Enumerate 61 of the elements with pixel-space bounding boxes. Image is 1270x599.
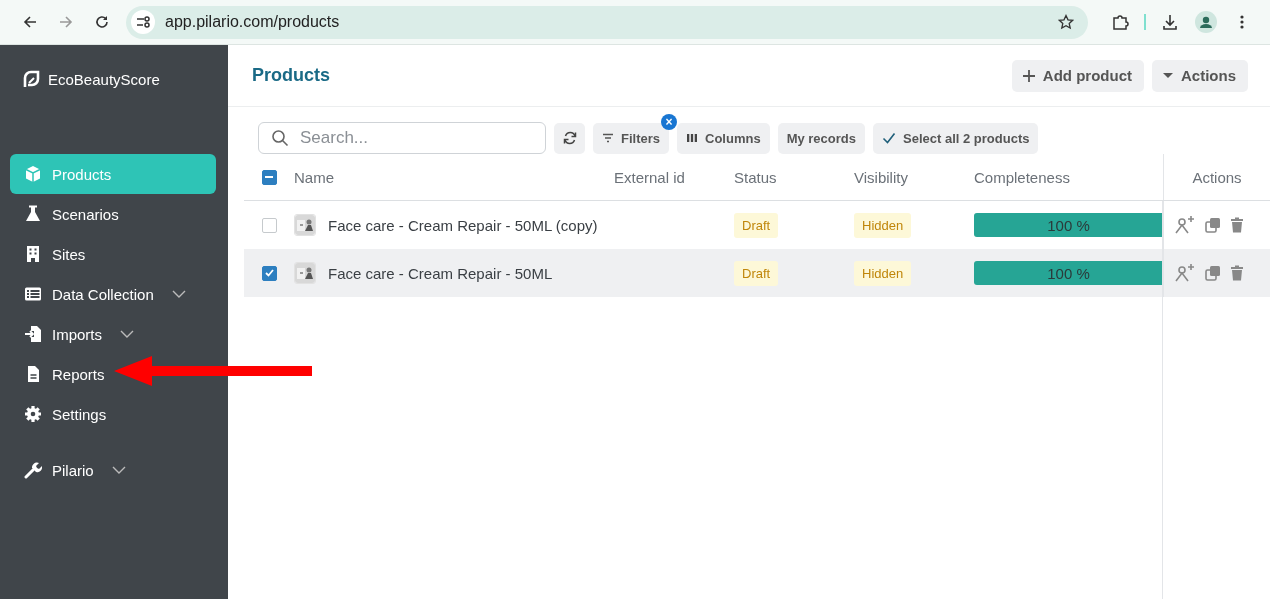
refresh-button[interactable]	[554, 122, 585, 154]
row-checkbox[interactable]	[261, 265, 277, 281]
select-all-checkbox[interactable]	[261, 169, 277, 185]
sidebar-item[interactable]: Settings	[10, 394, 111, 434]
visibility-tag: Hidden	[854, 260, 912, 286]
columns-button[interactable]: Columns	[677, 122, 770, 154]
building-icon	[24, 245, 42, 263]
address-bar[interactable]: app.pilario.com/products	[126, 5, 1088, 39]
delete-icon[interactable]	[1230, 217, 1244, 233]
url-text: app.pilario.com/products	[165, 13, 340, 31]
site-settings-icon[interactable]	[131, 10, 155, 34]
cube-icon	[24, 165, 42, 183]
flask-icon	[24, 205, 42, 223]
plus-icon	[1021, 68, 1036, 83]
column-header[interactable]: Visibility	[854, 154, 974, 200]
column-header[interactable]: Status	[734, 154, 854, 200]
search-icon	[271, 129, 289, 147]
column-header[interactable]: Completeness	[974, 154, 1163, 200]
column-header[interactable]: External id	[614, 154, 734, 200]
product-name[interactable]: Face care - Cream Repair - 50ML	[328, 264, 553, 282]
delete-icon[interactable]	[1230, 265, 1244, 281]
column-header[interactable]: Actions	[1163, 154, 1270, 200]
star-icon[interactable]	[1058, 14, 1074, 30]
actions-button[interactable]: Actions	[1152, 59, 1248, 92]
check-icon	[264, 269, 274, 277]
search-field[interactable]: Search...	[258, 122, 546, 154]
sidebar-item[interactable]: Imports	[10, 314, 138, 354]
clear-filter-badge[interactable]: ×	[661, 113, 677, 130]
list-icon	[24, 285, 42, 303]
brand-name: EcoBeautyScore	[48, 70, 160, 88]
sidebar-item[interactable]: Reports	[10, 354, 109, 394]
page-title: Products	[252, 65, 330, 86]
minus-icon	[265, 176, 273, 178]
sidebar-item[interactable]: Pilario	[10, 450, 130, 490]
select-all-button[interactable]: Select all 2 products	[873, 122, 1039, 154]
check-icon	[882, 132, 896, 144]
copy-icon[interactable]	[1205, 265, 1221, 281]
settings-icon	[24, 405, 42, 423]
columns-icon	[686, 133, 698, 143]
product-name[interactable]: Face care - Cream Repair - 50ML (copy)	[328, 216, 598, 234]
row-checkbox[interactable]	[261, 217, 277, 233]
sidebar-item[interactable]: Sites	[10, 234, 90, 274]
import-icon	[24, 325, 42, 343]
caret-icon	[1162, 72, 1174, 79]
add-person-icon[interactable]	[1174, 215, 1196, 235]
progress-reading: 100 %	[1047, 264, 1090, 282]
refresh-icon	[562, 131, 577, 145]
sidebar-item[interactable]: Data Collection	[10, 274, 190, 314]
status-tag: Draft	[734, 212, 779, 238]
status-tag: Draft	[734, 260, 779, 286]
leaf-logo-icon	[22, 70, 40, 88]
filter-icon	[602, 133, 614, 143]
wrench-icon	[24, 461, 42, 479]
column-header[interactable]: Name	[294, 154, 614, 200]
sidebar-item[interactable]: Scenarios	[10, 194, 123, 234]
my-records-button[interactable]: My records	[777, 122, 865, 154]
add-product-button[interactable]: Add product	[1011, 59, 1144, 92]
progress-reading: 100 %	[1047, 216, 1090, 234]
add-person-icon[interactable]	[1174, 263, 1196, 283]
visibility-tag: Hidden	[854, 212, 912, 238]
copy-icon[interactable]	[1205, 217, 1221, 233]
